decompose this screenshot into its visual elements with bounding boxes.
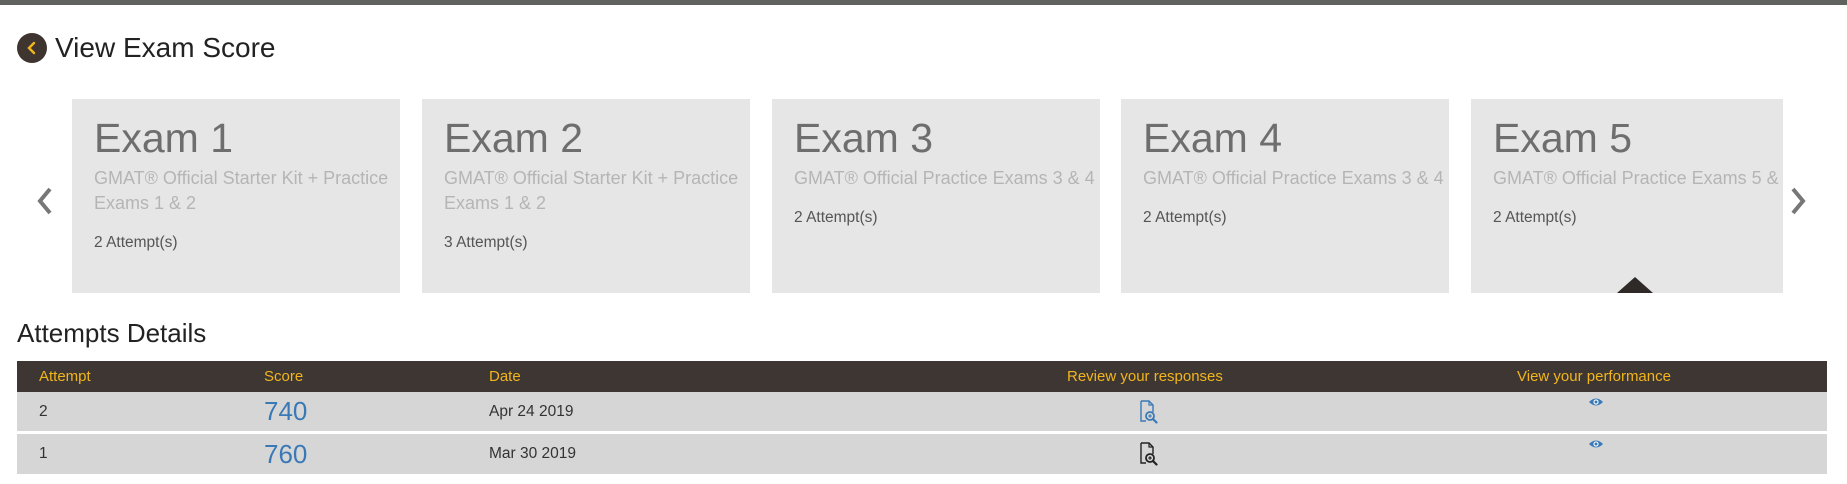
attempt-date: Mar 30 2019 xyxy=(489,445,577,462)
column-header-performance: View your performance xyxy=(1517,368,1671,385)
chevron-left-icon xyxy=(37,187,52,215)
exam-card-subtitle: GMAT® Official Starter Kit + Practice Ex… xyxy=(444,168,739,213)
exam-card-title: Exam 3 xyxy=(794,115,933,161)
exam-card-attempts: 2 Attempt(s) xyxy=(794,209,878,226)
exam-card-title: Exam 5 xyxy=(1493,115,1632,161)
document-search-icon xyxy=(1140,399,1158,424)
table-row: 2 740 Apr 24 2019 xyxy=(17,392,1827,434)
exam-card-4[interactable]: Exam 4 GMAT® Official Practice Exams 3 &… xyxy=(1121,99,1449,293)
review-responses-button[interactable] xyxy=(1138,442,1158,466)
exam-card-subtitle: GMAT® Official Practice Exams 5 & 6 xyxy=(1493,168,1783,188)
exam-card-attempts: 2 Attempt(s) xyxy=(1493,209,1577,226)
exam-card-title: Exam 4 xyxy=(1143,115,1282,161)
exam-card-3[interactable]: Exam 3 GMAT® Official Practice Exams 3 &… xyxy=(772,99,1100,293)
exam-card-subtitle: GMAT® Official Practice Exams 3 & 4 xyxy=(1143,168,1444,188)
score-link[interactable]: 740 xyxy=(264,396,307,427)
attempts-table: Attempt Score Date Review your responses… xyxy=(17,361,1827,474)
table-header: Attempt Score Date Review your responses… xyxy=(17,361,1827,392)
column-header-review: Review your responses xyxy=(1067,368,1223,385)
attempts-details-title: Attempts Details xyxy=(17,318,207,348)
page-header: View Exam Score xyxy=(17,30,275,66)
eye-icon xyxy=(1589,440,1603,448)
exam-card-attempts: 2 Attempt(s) xyxy=(1143,209,1227,226)
exam-card-subtitle: GMAT® Official Starter Kit + Practice Ex… xyxy=(94,168,389,213)
review-responses-button[interactable] xyxy=(1138,399,1158,424)
top-bar xyxy=(0,0,1847,5)
eye-icon xyxy=(1589,398,1603,406)
carousel-next-button[interactable] xyxy=(1783,181,1813,221)
exam-card-title: Exam 1 xyxy=(94,115,233,161)
view-performance-button[interactable] xyxy=(1588,396,1604,408)
exam-card-subtitle: GMAT® Official Practice Exams 3 & 4 xyxy=(794,168,1095,188)
attempt-number: 2 xyxy=(39,402,48,420)
page-title: View Exam Score xyxy=(55,32,276,63)
score-link[interactable]: 760 xyxy=(264,439,307,470)
attempt-date: Apr 24 2019 xyxy=(489,402,574,420)
carousel-prev-button[interactable] xyxy=(30,181,60,221)
exam-card-1[interactable]: Exam 1 GMAT® Official Starter Kit + Prac… xyxy=(72,99,400,293)
selected-card-indicator xyxy=(1617,277,1653,293)
column-header-score: Score xyxy=(264,368,304,385)
column-header-attempt: Attempt xyxy=(39,368,91,385)
chevron-left-icon xyxy=(27,41,36,55)
document-search-icon xyxy=(1140,442,1158,466)
exam-card-5[interactable]: Exam 5 GMAT® Official Practice Exams 5 &… xyxy=(1471,99,1783,293)
column-header-date: Date xyxy=(489,368,521,385)
exam-card-title: Exam 2 xyxy=(444,115,583,161)
exam-card-attempts: 2 Attempt(s) xyxy=(94,234,178,251)
chevron-right-icon xyxy=(1791,187,1806,215)
exam-card-2[interactable]: Exam 2 GMAT® Official Starter Kit + Prac… xyxy=(422,99,750,293)
view-performance-button[interactable] xyxy=(1588,438,1604,450)
back-button[interactable] xyxy=(17,33,47,63)
table-row: 1 760 Mar 30 2019 xyxy=(17,434,1827,474)
exam-card-attempts: 3 Attempt(s) xyxy=(444,234,528,251)
attempt-number: 1 xyxy=(39,445,48,462)
